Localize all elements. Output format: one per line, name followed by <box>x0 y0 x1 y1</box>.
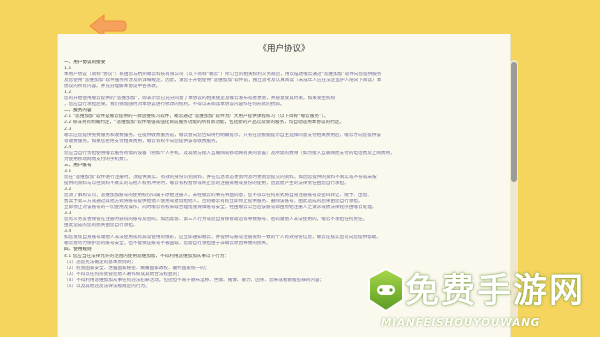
scrollbar-thumb[interactable] <box>511 62 517 182</box>
document-body: 一、用户协议的接受 1.1 本用户协议（简称“协议”）系由您与杭州嘟云科技有限公司（… <box>64 60 482 290</box>
clause-text: （5）以及其他违反法律法规规定的行为。 <box>64 283 150 289</box>
agreement-document: 《用户协议》 一、用户协议的接受 1.1 本用户协议（简称“协议”）系由您与杭州嘟云… <box>57 34 511 337</box>
document-title: 《用户协议》 <box>258 44 310 54</box>
scrollbar[interactable] <box>510 60 518 325</box>
